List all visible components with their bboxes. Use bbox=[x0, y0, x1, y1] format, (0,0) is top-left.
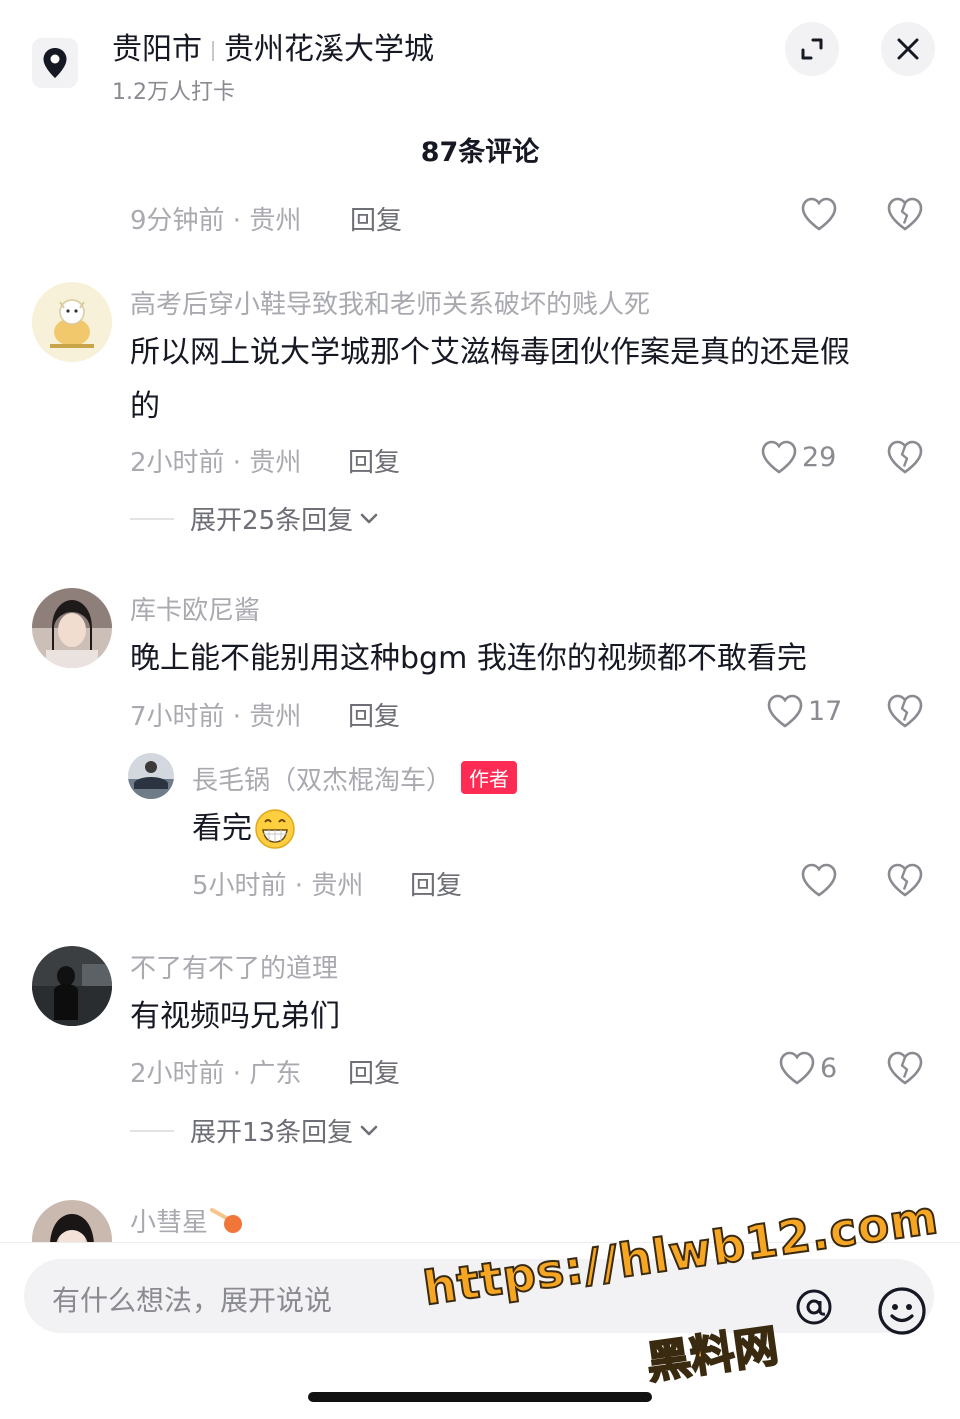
expand-replies-button[interactable]: 展开25条回复 bbox=[130, 500, 379, 537]
dislike-button[interactable] bbox=[886, 693, 924, 733]
broken-heart-icon bbox=[887, 1051, 923, 1085]
expand-button[interactable] bbox=[785, 22, 839, 76]
like-button[interactable] bbox=[800, 862, 838, 898]
avatar[interactable] bbox=[32, 282, 112, 362]
close-icon bbox=[897, 38, 919, 60]
reply-button[interactable]: 回复 bbox=[348, 1053, 400, 1090]
comment-username[interactable]: 小彗星 bbox=[130, 1202, 244, 1239]
reply-button[interactable]: 回复 bbox=[348, 696, 400, 733]
dislike-button[interactable] bbox=[886, 439, 924, 479]
heart-icon bbox=[761, 440, 797, 474]
emoji-icon[interactable] bbox=[876, 1285, 928, 1337]
dislike-button[interactable] bbox=[886, 1050, 924, 1090]
divider-line bbox=[130, 517, 174, 520]
reply-meta: 5小时前 · 贵州 bbox=[192, 871, 364, 901]
comment-username[interactable]: 高考后穿小鞋导致我和老师关系破坏的贱人死 bbox=[130, 284, 650, 321]
divider-line bbox=[130, 1129, 174, 1132]
comment-text-line: 所以网上说大学城那个艾滋梅毒团伙作案是真的还是假 bbox=[130, 335, 850, 370]
dislike-button[interactable] bbox=[886, 862, 924, 902]
location-header: 贵阳市 贵州花溪大学城 1.2万人打卡 bbox=[0, 0, 960, 110]
comment-text: 有视频吗兄弟们 bbox=[130, 999, 340, 1034]
home-indicator[interactable] bbox=[308, 1392, 652, 1402]
author-badge: 作者 bbox=[461, 761, 517, 794]
broken-heart-icon bbox=[887, 197, 923, 231]
avatar[interactable] bbox=[32, 946, 112, 1026]
expand-icon bbox=[801, 38, 823, 60]
close-button[interactable] bbox=[881, 22, 935, 76]
expand-replies-label: 展开25条回复 bbox=[190, 506, 354, 536]
checkin-count: 1.2万人打卡 bbox=[112, 80, 235, 105]
comment-meta: 2小时前 · 广东 bbox=[130, 1059, 302, 1089]
comment-meta: 2小时前 · 贵州 bbox=[130, 448, 302, 478]
like-button[interactable] bbox=[800, 196, 838, 232]
reply-button[interactable]: 回复 bbox=[350, 200, 402, 237]
like-button[interactable]: 17 bbox=[766, 693, 842, 729]
reply-button[interactable]: 回复 bbox=[348, 442, 400, 479]
like-button[interactable]: 6 bbox=[778, 1050, 837, 1086]
like-count: 6 bbox=[820, 1052, 838, 1084]
comment-input-placeholder: 有什么想法，展开说说 bbox=[52, 1284, 333, 1317]
heart-icon bbox=[801, 197, 837, 231]
heart-icon bbox=[801, 863, 837, 897]
reply-button[interactable]: 回复 bbox=[410, 865, 462, 902]
comment-username-text: 小彗星 bbox=[130, 1208, 209, 1238]
like-button[interactable]: 29 bbox=[760, 439, 836, 475]
comment-username[interactable]: 库卡欧尼酱 bbox=[130, 590, 260, 627]
dislike-button[interactable] bbox=[886, 196, 924, 236]
broken-heart-icon bbox=[887, 863, 923, 897]
comment-meta: 7小时前 · 贵州 bbox=[130, 702, 302, 732]
comment-meta: 9分钟前 · 贵州 bbox=[130, 206, 302, 236]
at-mention-icon[interactable] bbox=[794, 1287, 834, 1327]
reply-text: 看完 bbox=[192, 802, 296, 856]
comment-text: 晚上能不能别用这种bgm 我连你的视频都不敢看完 bbox=[130, 641, 807, 676]
title-divider bbox=[212, 40, 214, 61]
location-title[interactable]: 贵阳市 贵州花溪大学城 bbox=[112, 24, 434, 68]
heart-icon bbox=[779, 1051, 815, 1085]
expand-replies-button[interactable]: 展开13条回复 bbox=[130, 1112, 379, 1149]
comment-text-line: 的 bbox=[130, 389, 160, 424]
avatar[interactable] bbox=[32, 588, 112, 668]
comet-emoji-icon bbox=[210, 1207, 243, 1233]
comment-text: 所以网上说大学城那个艾滋梅毒团伙作案是真的还是假 的 bbox=[130, 326, 920, 434]
like-count: 17 bbox=[808, 695, 843, 727]
chevron-down-icon bbox=[360, 513, 378, 523]
broken-heart-icon bbox=[887, 440, 923, 474]
city-name: 贵阳市 bbox=[112, 32, 202, 67]
broken-heart-icon bbox=[887, 694, 923, 728]
reply-text-content: 看完 bbox=[192, 811, 252, 846]
chevron-down-icon bbox=[360, 1125, 378, 1135]
location-pin-icon[interactable] bbox=[32, 38, 78, 88]
like-count: 29 bbox=[802, 441, 837, 473]
grin-emoji-icon bbox=[254, 808, 296, 850]
reply-username[interactable]: 長毛锅（双杰棍淘车） bbox=[192, 760, 452, 797]
comments-count: 87条评论 bbox=[420, 137, 540, 168]
comment-username[interactable]: 不了有不了的道理 bbox=[130, 948, 338, 985]
expand-replies-label: 展开13条回复 bbox=[190, 1118, 354, 1148]
heart-icon bbox=[767, 694, 803, 728]
avatar[interactable] bbox=[128, 753, 174, 799]
place-name: 贵州花溪大学城 bbox=[224, 32, 434, 67]
